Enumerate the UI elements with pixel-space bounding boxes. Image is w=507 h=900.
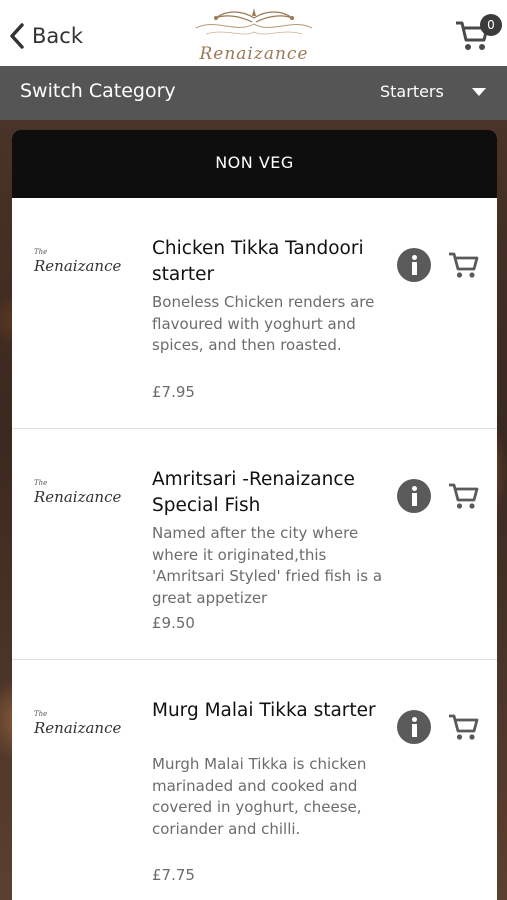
item-price: £9.50	[152, 614, 195, 632]
logo-text: Renaizance	[199, 44, 309, 64]
item-price: £7.75	[152, 866, 195, 884]
item-logo: The Renaizance	[34, 479, 134, 519]
item-description: Named after the city where where it orig…	[152, 524, 383, 607]
info-button[interactable]	[397, 710, 431, 744]
info-icon	[411, 486, 417, 491]
item-logo-name: Renaizance	[34, 719, 122, 737]
info-icon	[411, 255, 417, 260]
add-to-cart-button[interactable]	[447, 481, 479, 511]
item-logo-small: The	[34, 479, 48, 487]
item-price: £7.95	[152, 383, 195, 401]
item-logo: The Renaizance	[34, 248, 134, 288]
item-logo-small: The	[34, 248, 48, 256]
item-title: Amritsari -Renaizance Special Fish	[152, 469, 355, 516]
section-title: NON VEG	[12, 130, 497, 198]
back-button[interactable]: Back	[8, 18, 83, 54]
switch-category-label: Switch Category	[20, 80, 176, 102]
category-dropdown[interactable]: Starters	[380, 80, 500, 106]
menu-panel: NON VEG The Renaizance Chicken Tikka Tan…	[12, 130, 497, 900]
chevron-left-icon	[10, 23, 24, 49]
top-bar: Back Renaizance 0	[0, 0, 507, 66]
item-logo-name: Renaizance	[34, 488, 122, 506]
cart-icon	[449, 483, 479, 509]
menu-item[interactable]: The Renaizance Chicken Tikka Tandoori st…	[12, 198, 497, 429]
cart-button[interactable]: 0	[454, 14, 502, 54]
cart-icon	[449, 252, 479, 278]
add-to-cart-button[interactable]	[447, 712, 479, 742]
item-description: Murgh Malai Tikka is chicken marinaded a…	[152, 755, 367, 838]
add-to-cart-button[interactable]	[447, 250, 479, 280]
info-icon-bar	[411, 262, 417, 275]
item-logo: The Renaizance	[34, 710, 134, 750]
logo-ornament-icon	[195, 8, 313, 35]
item-title: Chicken Tikka Tandoori starter	[152, 238, 364, 285]
info-button[interactable]	[397, 479, 431, 513]
item-logo-small: The	[34, 710, 48, 718]
menu-item[interactable]: The Renaizance Amritsari -Renaizance Spe…	[12, 429, 497, 660]
category-bar: Switch Category Starters	[0, 66, 507, 120]
cart-count-badge: 0	[480, 14, 502, 36]
item-description: Boneless Chicken renders are flavoured w…	[152, 293, 375, 354]
info-icon-bar	[411, 493, 417, 506]
menu-item[interactable]: The Renaizance Murg Malai Tikka starter …	[12, 660, 497, 891]
item-title: Murg Malai Tikka starter	[152, 700, 376, 721]
cart-icon	[449, 714, 479, 740]
info-icon-bar	[411, 724, 417, 737]
category-selected-value: Starters	[380, 82, 444, 101]
caret-down-icon	[472, 88, 486, 96]
brand-logo: Renaizance	[186, 4, 322, 64]
info-button[interactable]	[397, 248, 431, 282]
item-logo-name: Renaizance	[34, 257, 122, 275]
info-icon	[411, 717, 417, 722]
back-label: Back	[32, 24, 83, 48]
